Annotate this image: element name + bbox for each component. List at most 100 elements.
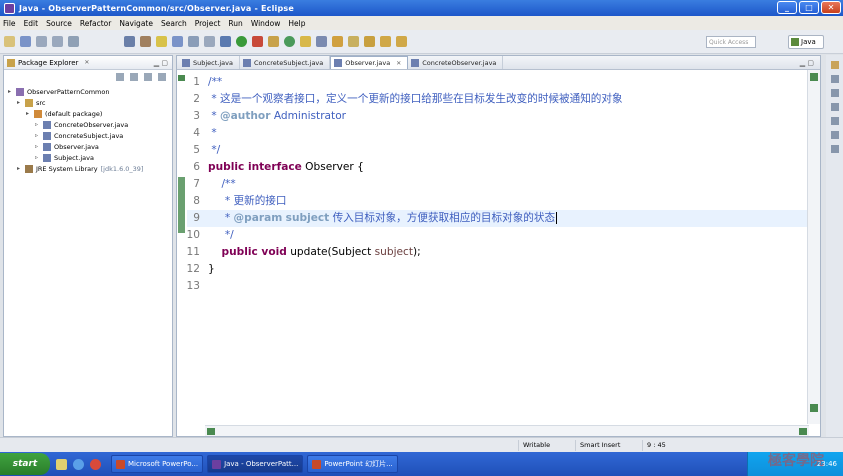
editor-tab[interactable]: ConcreteObserver.java xyxy=(408,56,504,69)
minimize-button[interactable]: _ xyxy=(777,1,797,14)
scroll-up-icon[interactable] xyxy=(810,73,818,81)
horizontal-scrollbar[interactable] xyxy=(205,425,809,436)
tree-item[interactable]: ▹ ConcreteSubject.java xyxy=(8,130,143,141)
desktop-icon[interactable] xyxy=(56,458,67,470)
scroll-left-icon[interactable] xyxy=(207,428,215,435)
file-icon xyxy=(16,87,24,96)
next-annotation-icon[interactable] xyxy=(364,36,375,47)
pencil-icon[interactable] xyxy=(332,36,343,47)
editor-tab[interactable]: ConcreteSubject.java xyxy=(240,56,331,69)
tree-item[interactable]: ▹ ConcreteObserver.java xyxy=(8,119,143,130)
problems-icon[interactable] xyxy=(830,103,839,111)
save-all-icon[interactable] xyxy=(36,36,47,47)
layout-icon[interactable] xyxy=(204,36,215,47)
start-button[interactable]: start xyxy=(0,453,50,475)
debug-icon[interactable] xyxy=(220,36,231,47)
expand-arrow-icon[interactable]: ▹ xyxy=(35,132,41,139)
tasks-icon[interactable] xyxy=(830,89,839,97)
fold-toggle-icon[interactable] xyxy=(178,75,185,81)
tree-item[interactable]: ▸ src xyxy=(8,97,143,108)
vertical-scrollbar[interactable] xyxy=(807,70,820,424)
menu-file[interactable]: File xyxy=(3,19,16,28)
tree-item-label: (default package) xyxy=(45,109,103,118)
back-icon[interactable] xyxy=(380,36,391,47)
console-icon[interactable] xyxy=(830,145,839,153)
toggle-icon[interactable] xyxy=(172,36,183,47)
expand-arrow-icon[interactable]: ▸ xyxy=(26,110,32,117)
expand-arrow-icon[interactable]: ▹ xyxy=(35,143,41,150)
code-line: 12} xyxy=(177,261,807,278)
print-icon[interactable] xyxy=(52,36,63,47)
taskbar-task[interactable]: Microsoft PowerPo... xyxy=(111,455,204,473)
forward-icon[interactable] xyxy=(396,36,407,47)
annotation-icon[interactable] xyxy=(348,36,359,47)
code-token: * 这是一个观察者接口，定义一个更新的接口给那些在目标发生改变的时候被通知的对象 xyxy=(208,93,623,105)
javadoc-icon[interactable] xyxy=(830,117,839,125)
maximize-button[interactable]: □ xyxy=(799,1,819,14)
collapse-all-icon[interactable] xyxy=(116,73,124,81)
taskbar-task[interactable]: Java - ObserverPatt... xyxy=(207,455,304,473)
expand-arrow-icon[interactable]: ▸ xyxy=(17,99,23,106)
scroll-down-icon[interactable] xyxy=(810,404,818,412)
menu-run[interactable]: Run xyxy=(228,19,242,28)
status-bar: Writable Smart Insert 9 : 45 xyxy=(0,437,843,452)
chevron-down-icon[interactable] xyxy=(158,73,166,81)
menu-window[interactable]: Window xyxy=(251,19,281,28)
code-token: } xyxy=(208,263,215,275)
close-view-icon[interactable]: ✕ xyxy=(84,59,89,66)
mark-icon[interactable] xyxy=(188,36,199,47)
menu-source[interactable]: Source xyxy=(46,19,72,28)
declaration-icon[interactable] xyxy=(830,131,839,139)
chrome-icon[interactable] xyxy=(90,458,101,470)
hammer-icon[interactable] xyxy=(124,36,135,47)
open-type-icon[interactable] xyxy=(300,36,311,47)
editor-view-controls[interactable]: ▁ ▢ xyxy=(800,59,814,67)
view-controls[interactable]: ▁ ▢ xyxy=(154,59,168,67)
code-editor[interactable]: 1/** 2 * 这是一个观察者接口，定义一个更新的接口给那些在目标发生改变的时候… xyxy=(177,70,807,422)
menu-search[interactable]: Search xyxy=(161,19,187,28)
outline-icon[interactable] xyxy=(830,75,839,83)
run-icon[interactable] xyxy=(236,36,247,47)
ie-icon[interactable] xyxy=(73,458,84,470)
new-icon[interactable] xyxy=(4,36,15,47)
tree-item[interactable]: ▹ Observer.java xyxy=(8,141,143,152)
search-icon[interactable] xyxy=(316,36,327,47)
external-tools-icon[interactable] xyxy=(252,36,263,47)
expand-arrow-icon[interactable]: ▸ xyxy=(17,165,23,172)
quick-access-input[interactable]: Quick Access xyxy=(706,36,756,48)
code-token: ); xyxy=(413,246,421,258)
new-package-icon[interactable] xyxy=(268,36,279,47)
expand-arrow-icon[interactable]: ▹ xyxy=(35,121,41,128)
print-icon-2[interactable] xyxy=(68,36,79,47)
menu-edit[interactable]: Edit xyxy=(24,19,39,28)
highlight-icon[interactable] xyxy=(156,36,167,47)
editor-tab[interactable]: Subject.java xyxy=(179,56,240,69)
java-perspective-button[interactable]: Java xyxy=(788,35,824,49)
expand-arrow-icon[interactable]: ▸ xyxy=(8,88,14,95)
link-editor-icon[interactable] xyxy=(130,73,138,81)
expand-arrow-icon[interactable]: ▹ xyxy=(35,154,41,161)
code-line: 3 * @author Administrator xyxy=(177,108,807,125)
scroll-right-icon[interactable] xyxy=(799,428,807,435)
view-menu-icon[interactable] xyxy=(144,73,152,81)
menu-project[interactable]: Project xyxy=(195,19,221,28)
tree-item[interactable]: ▸ ObserverPatternCommon xyxy=(8,86,143,97)
tree-item[interactable]: ▹ Subject.java xyxy=(8,152,143,163)
close-button[interactable]: ✕ xyxy=(821,1,841,14)
menu-help[interactable]: Help xyxy=(288,19,305,28)
taskbar-task[interactable]: PowerPoint 幻灯片... xyxy=(307,455,398,473)
close-tab-icon[interactable]: ✕ xyxy=(396,60,401,67)
maximize-icon[interactable] xyxy=(830,61,839,69)
editor-tab[interactable]: Observer.java ✕ xyxy=(330,56,409,69)
code-text: public interface Observer { xyxy=(208,159,364,176)
new-class-icon[interactable] xyxy=(284,36,295,47)
save-icon[interactable] xyxy=(20,36,31,47)
tree-item[interactable]: ▸ JRE System Library [jdk1.6.0_39] xyxy=(8,163,143,174)
editor-tabs: Subject.java ConcreteSubject.java Observer… xyxy=(177,56,820,70)
menu-refactor[interactable]: Refactor xyxy=(80,19,111,28)
menu-navigate[interactable]: Navigate xyxy=(119,19,153,28)
tree-item[interactable]: ▸ (default package) xyxy=(8,108,143,119)
project-tree: ▸ ObserverPatternCommon ▸ src ▸ (default pack… xyxy=(8,86,143,174)
build-icon[interactable] xyxy=(140,36,151,47)
code-token: Administrator xyxy=(270,110,347,122)
